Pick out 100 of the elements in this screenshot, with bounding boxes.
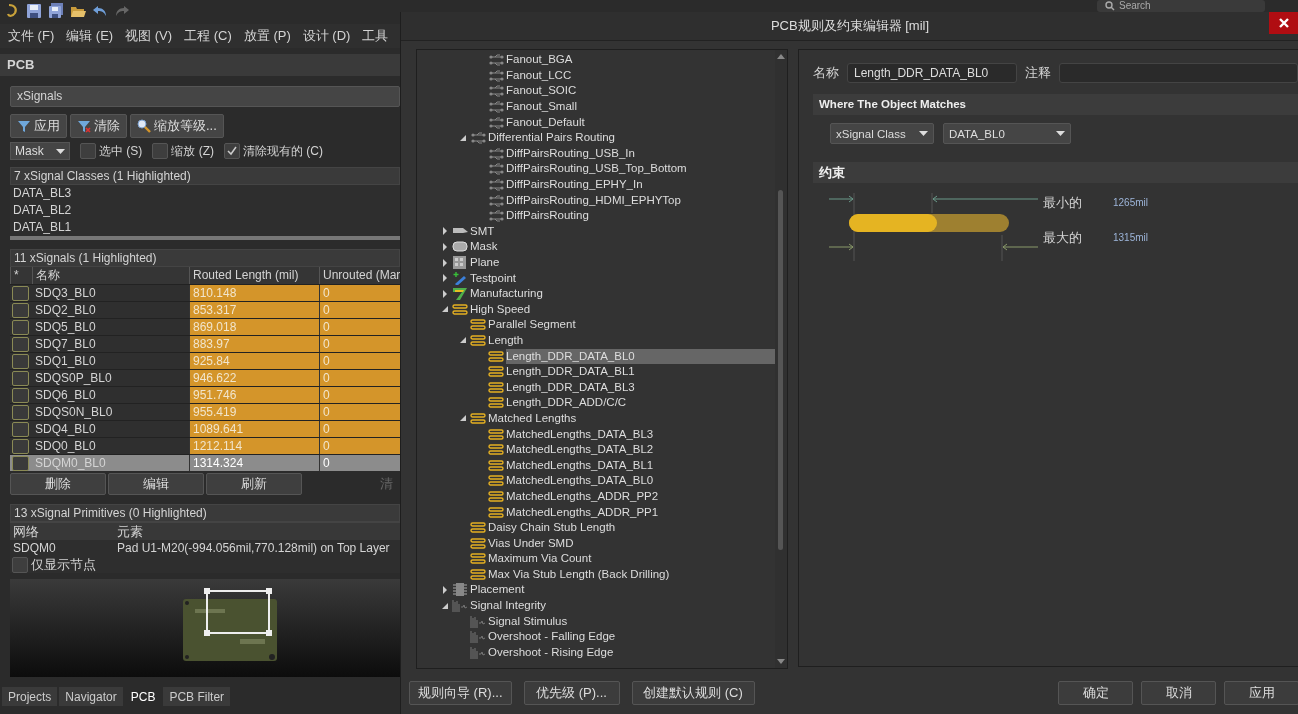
- color-swatch[interactable]: [12, 336, 29, 352]
- tree-item[interactable]: Testpoint: [470, 270, 775, 286]
- close-button[interactable]: [1269, 12, 1298, 34]
- color-swatch[interactable]: [12, 455, 29, 471]
- save-icon[interactable]: [26, 3, 42, 19]
- collapse-arrow-icon[interactable]: [459, 133, 467, 142]
- collapse-arrow-icon[interactable]: [441, 305, 449, 314]
- panel-tab[interactable]: Navigator: [59, 687, 123, 706]
- color-swatch[interactable]: [12, 387, 29, 403]
- dialog-button[interactable]: 创建默认规则 (C): [631, 681, 755, 705]
- tree-item[interactable]: Manufacturing: [470, 286, 775, 302]
- expand-arrow-icon[interactable]: [441, 242, 449, 251]
- tree-item[interactable]: MatchedLengths_DATA_BL1: [506, 457, 775, 473]
- tree-item[interactable]: MatchedLengths_ADDR_PP2: [506, 488, 775, 504]
- checkbox[interactable]: [80, 143, 96, 159]
- tree-item[interactable]: Overshoot - Rising Edge: [488, 644, 775, 660]
- dropdown[interactable]: xSignal Class: [830, 123, 934, 144]
- tree-item[interactable]: Differential Pairs Routing: [488, 130, 775, 146]
- signal-row[interactable]: SDQ7_BL0 883.97 0: [10, 335, 400, 352]
- class-row[interactable]: DATA_BL3: [10, 185, 400, 202]
- toolbar-button[interactable]: 清除: [70, 114, 127, 138]
- tree-item[interactable]: Length: [488, 333, 775, 348]
- signal-row[interactable]: SDQ6_BL0 951.746 0: [10, 386, 400, 403]
- signal-row[interactable]: SDQ2_BL0 853.317 0: [10, 301, 400, 318]
- tree-item[interactable]: Fanout_Small: [506, 99, 775, 115]
- color-swatch[interactable]: [12, 319, 29, 335]
- panel-button[interactable]: 删除: [10, 473, 106, 495]
- checkbox[interactable]: [152, 143, 169, 159]
- signal-row[interactable]: SDQS0P_BL0 946.622 0: [10, 369, 400, 386]
- dialog-button[interactable]: 应用: [1224, 681, 1298, 705]
- panel-button[interactable]: 编辑: [108, 473, 204, 495]
- color-swatch[interactable]: [12, 421, 29, 437]
- color-swatch[interactable]: [12, 370, 29, 386]
- tree-item[interactable]: Length_DDR_DATA_BL3: [506, 379, 775, 395]
- menu-item[interactable]: 文件 (F): [2, 27, 61, 45]
- expand-arrow-icon[interactable]: [441, 586, 449, 594]
- dialog-button[interactable]: 优先级 (P)...: [523, 681, 620, 705]
- tree-item[interactable]: Fanout_LCC: [506, 67, 775, 83]
- tree-item[interactable]: Fanout_BGA: [506, 52, 775, 68]
- tree-item[interactable]: Vias Under SMD: [488, 535, 775, 551]
- color-swatch[interactable]: [12, 438, 29, 454]
- tree-item[interactable]: High Speed: [470, 301, 775, 317]
- tree-item[interactable]: Fanout_Default: [506, 114, 775, 130]
- tree-item[interactable]: Overshoot - Falling Edge: [488, 629, 775, 645]
- menu-item[interactable]: 工具: [356, 27, 395, 45]
- signal-row[interactable]: SDQ5_BL0 869.018 0: [10, 318, 400, 335]
- toolbar-button[interactable]: 缩放等级...: [130, 114, 224, 138]
- tree-item[interactable]: Signal Integrity: [470, 598, 775, 614]
- expand-arrow-icon[interactable]: [441, 289, 449, 298]
- collapse-arrow-icon[interactable]: [459, 414, 467, 423]
- collapse-arrow-icon[interactable]: [459, 336, 467, 345]
- app-logo-icon[interactable]: [4, 3, 20, 19]
- color-swatch[interactable]: [12, 353, 29, 369]
- menu-item[interactable]: 工程 (C): [178, 27, 238, 45]
- panel-tab[interactable]: PCB Filter: [163, 687, 231, 706]
- menu-item[interactable]: 编辑 (E): [60, 27, 120, 45]
- tree-item[interactable]: Plane: [470, 255, 775, 270]
- dialog-button[interactable]: 确定: [1058, 681, 1133, 705]
- dialog-button[interactable]: 规则向导 (R)...: [409, 681, 512, 705]
- tree-item[interactable]: Maximum Via Count: [488, 551, 775, 567]
- tree-item[interactable]: DiffPairsRouting_USB_In: [506, 145, 775, 161]
- tree-item[interactable]: DiffPairsRouting_EPHY_In: [506, 177, 775, 193]
- comment-field[interactable]: [1059, 63, 1298, 83]
- menu-item[interactable]: 放置 (P): [237, 27, 297, 45]
- tree-item[interactable]: Parallel Segment: [488, 317, 775, 333]
- tree-item[interactable]: Length_DDR_ADD/C/C: [506, 395, 775, 411]
- checkbox[interactable]: [224, 143, 240, 159]
- mask-dropdown[interactable]: Mask: [10, 142, 70, 160]
- tree-item[interactable]: Fanout_SOIC: [506, 83, 775, 99]
- expand-arrow-icon[interactable]: [441, 227, 449, 236]
- tree-item[interactable]: Max Via Stub Length (Back Drilling): [488, 566, 775, 582]
- panel-tab[interactable]: Projects: [2, 687, 58, 706]
- search-field[interactable]: Search: [1097, 0, 1265, 12]
- dialog-button[interactable]: 取消: [1141, 681, 1216, 705]
- mode-dropdown[interactable]: xSignals: [10, 86, 400, 107]
- tree-item[interactable]: Signal Stimulus: [488, 613, 775, 629]
- tree-item[interactable]: DiffPairsRouting_USB_Top_Bottom: [506, 161, 775, 177]
- expand-arrow-icon[interactable]: [441, 274, 449, 283]
- tree-item[interactable]: Placement: [470, 582, 775, 598]
- signal-row[interactable]: SDQ4_BL0 1089.641 0: [10, 420, 400, 437]
- collapse-arrow-icon[interactable]: [441, 601, 449, 610]
- color-swatch[interactable]: [12, 404, 29, 420]
- tree-item[interactable]: MatchedLengths_DATA_BL0: [506, 473, 775, 489]
- tree-item[interactable]: MatchedLengths_ADDR_PP1: [506, 504, 775, 520]
- scroll-down-icon[interactable]: [777, 659, 785, 664]
- signal-row[interactable]: SDQ0_BL0 1212.114 0: [10, 437, 400, 454]
- tree-item[interactable]: MatchedLengths_DATA_BL2: [506, 442, 775, 458]
- tree-item[interactable]: MatchedLengths_DATA_BL3: [506, 426, 775, 442]
- tree-item[interactable]: Matched Lengths: [488, 410, 775, 426]
- scroll-up-icon[interactable]: [777, 54, 785, 59]
- color-swatch[interactable]: [12, 285, 29, 301]
- tree-item[interactable]: Length_DDR_DATA_BL0: [506, 348, 775, 364]
- save-all-icon[interactable]: [48, 3, 64, 19]
- menu-item[interactable]: 视图 (V): [119, 27, 179, 45]
- name-field[interactable]: Length_DDR_DATA_BL0: [847, 63, 1017, 83]
- tree-item[interactable]: DiffPairsRouting: [506, 208, 775, 224]
- tree-item[interactable]: DiffPairsRouting_HDMI_EPHYTop: [506, 192, 775, 208]
- column-header[interactable]: 网络: [10, 522, 114, 540]
- tree-item[interactable]: Mask: [470, 239, 775, 255]
- color-swatch[interactable]: [12, 302, 29, 318]
